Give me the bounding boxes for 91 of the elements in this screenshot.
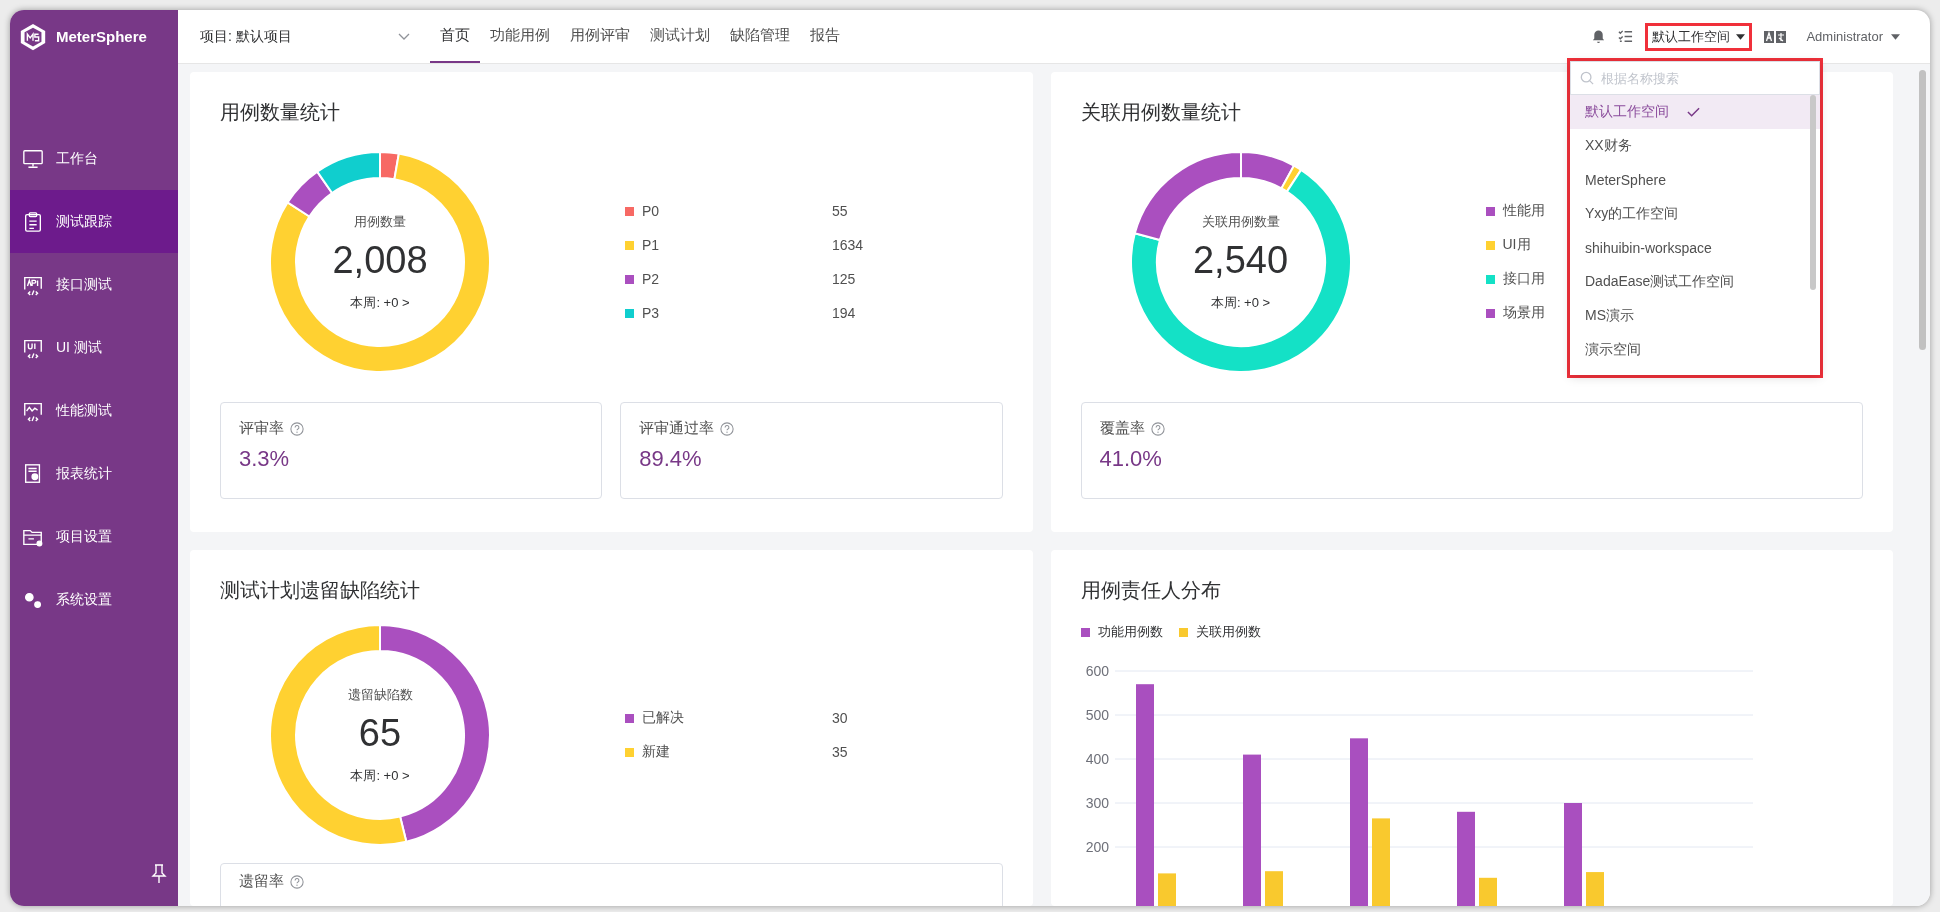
sidebar-item[interactable]: 工作台 (10, 127, 178, 190)
legend-count: 1634 (832, 237, 864, 253)
chevron-down-icon (398, 32, 410, 41)
sidebar-item[interactable]: 测试跟踪 (10, 190, 178, 253)
project-select[interactable]: 项目: 默认项目 (200, 27, 410, 46)
metric-label: 覆盖率 (1099, 419, 1145, 438)
scrollbar[interactable] (1919, 70, 1926, 350)
legend-count: 125 (832, 271, 856, 287)
translate-icon[interactable] (1764, 30, 1787, 43)
axis-label: 600 (1085, 663, 1109, 679)
card-title: 用例数量统计 (220, 100, 340, 125)
scrollbar[interactable] (1810, 95, 1816, 290)
legend-label: 新建 (642, 743, 670, 761)
check-icon (1687, 107, 1700, 117)
workspace-option[interactable]: 默认工作空间 (1570, 95, 1820, 129)
weekly-change-link[interactable]: 本周: +0 > (350, 766, 410, 785)
brand-name: MeterSphere (56, 28, 147, 45)
workspace-option[interactable]: MS演示 (1570, 299, 1820, 333)
workspace-option[interactable]: Yxy的工作空间 (1570, 197, 1820, 231)
workspace-option[interactable]: MeterSphere (1570, 163, 1820, 197)
legend-label: P0 (642, 203, 660, 219)
bar (1478, 877, 1497, 906)
legend-label: P3 (642, 305, 660, 321)
metric-value: 3.3% (239, 446, 291, 472)
monitor-icon (22, 147, 44, 170)
search-icon (1580, 71, 1594, 85)
legend-count: 35 (832, 744, 848, 760)
bar (1585, 872, 1604, 906)
metric-label: 遗留率 (239, 872, 284, 891)
legend-count: 30 (832, 710, 848, 726)
legend-label: 接口用 (1502, 270, 1545, 288)
bar (1264, 871, 1283, 906)
pin-icon[interactable] (151, 864, 167, 884)
nav-tab[interactable]: 报告 (800, 10, 850, 63)
donut-total: 65 (358, 711, 402, 755)
donut-total: 2,008 (332, 238, 428, 282)
sidebar-item[interactable]: 性能测试 (10, 379, 178, 442)
axis-label: 500 (1085, 707, 1109, 723)
bar (1157, 873, 1176, 906)
metric-label: 评审通过率 (639, 419, 715, 438)
user-menu[interactable]: Administrator (1806, 29, 1900, 44)
nav-tab[interactable]: 缺陷管理 (720, 10, 800, 63)
weekly-change-link[interactable]: 本周: +0 > (1210, 293, 1271, 312)
legend-label: P1 (642, 237, 660, 253)
legend-label: 场景用 (1502, 304, 1545, 322)
sidebar-item[interactable]: 接口测试 (10, 253, 178, 316)
caret-icon (1891, 33, 1900, 40)
axis-label: 400 (1085, 751, 1109, 767)
nav-tab[interactable]: 功能用例 (480, 10, 560, 63)
donut-label: 用例数量 (354, 212, 406, 231)
legend-label: 关联用例数 (1195, 623, 1261, 641)
legend-label: 性能用 (1502, 202, 1545, 220)
donut-total: 2,540 (1192, 238, 1289, 282)
donut-label: 关联用例数量 (1201, 212, 1280, 231)
axis-label: 200 (1085, 839, 1109, 855)
bell-icon[interactable] (1591, 29, 1607, 44)
metric-value: 41.0% (1099, 446, 1163, 472)
legend-label: 功能用例数 (1097, 623, 1163, 641)
weekly-change-link[interactable]: 本周: +0 > (350, 293, 410, 312)
sidebar-item[interactable]: UI 测试 (10, 316, 178, 379)
help-icon[interactable] (720, 421, 735, 436)
workspace-option[interactable]: XX财务 (1570, 129, 1820, 163)
help-icon[interactable] (290, 421, 304, 436)
card-title: 用例责任人分布 (1080, 578, 1221, 603)
logo-icon (18, 21, 48, 52)
caret-icon (1736, 33, 1746, 40)
search-field[interactable]: 根据名称搜索 (1570, 61, 1820, 95)
nav-tab[interactable]: 测试计划 (640, 10, 720, 63)
help-icon[interactable] (1150, 421, 1165, 436)
sidebar-item[interactable]: 项目设置 (10, 505, 178, 568)
card-title: 关联用例数量统计 (1080, 100, 1241, 125)
workspace-option[interactable]: shihuibin-workspace (1570, 231, 1820, 265)
legend-label: UI用 (1502, 236, 1531, 254)
legend-count: 55 (832, 203, 848, 219)
axis-label: 300 (1085, 795, 1109, 811)
legend-label: P2 (642, 271, 660, 287)
metric-value: 89.4% (639, 446, 703, 472)
sidebar-item[interactable]: 系统设置 (10, 568, 178, 631)
workspace-option[interactable]: DadaEase测试工作空间 (1570, 265, 1820, 299)
donut-label: 遗留缺陷数 (347, 685, 413, 704)
legend-label: 已解决 (642, 709, 684, 727)
card-title: 测试计划遗留缺陷统计 (220, 578, 420, 603)
clipboard-icon (22, 210, 44, 233)
workspace-option[interactable]: 演示空间 (1570, 333, 1820, 367)
metric-label: 评审率 (239, 419, 284, 438)
task-list-icon[interactable] (1618, 29, 1634, 44)
legend-count: 194 (832, 305, 856, 321)
sidebar-item[interactable]: 报表统计 (10, 442, 178, 505)
workspace-switcher[interactable]: 默认工作空间 (1648, 25, 1750, 48)
help-icon[interactable] (290, 874, 304, 889)
nav-tab[interactable]: 用例评审 (560, 10, 640, 63)
